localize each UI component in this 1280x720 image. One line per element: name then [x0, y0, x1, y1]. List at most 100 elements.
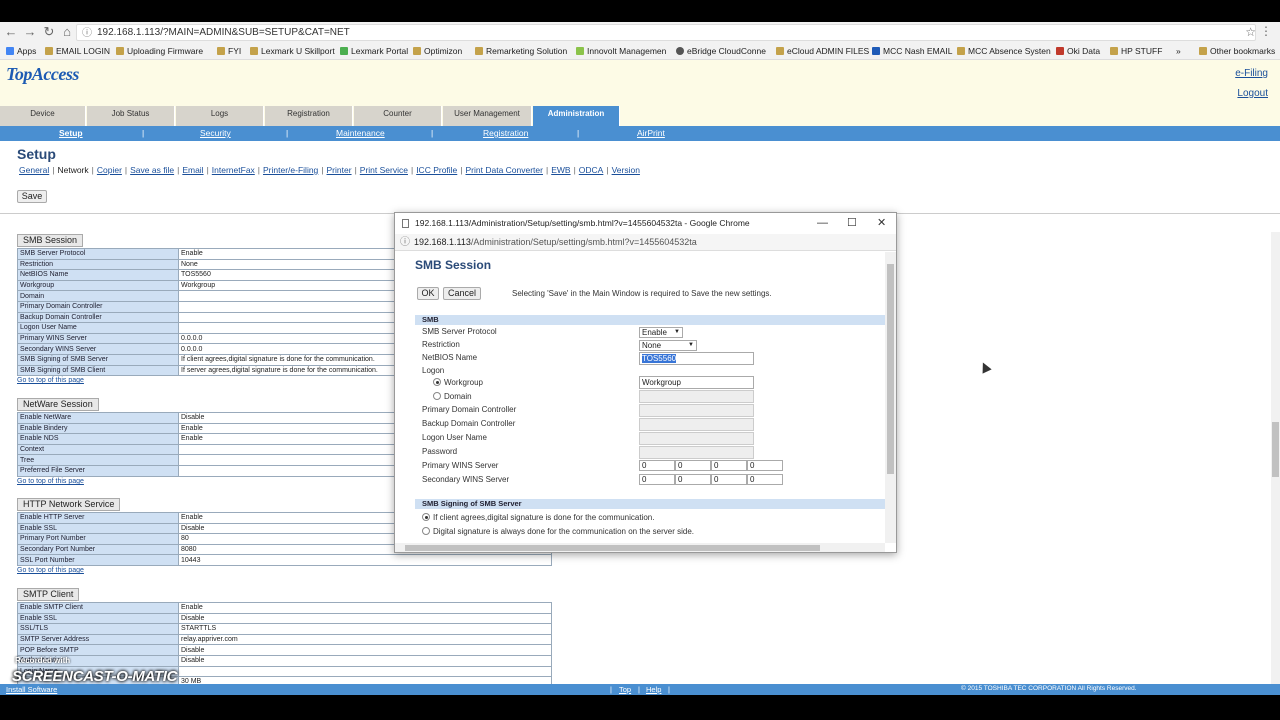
- link-internetfax[interactable]: InternetFax: [212, 165, 255, 175]
- domain-input[interactable]: [639, 390, 754, 403]
- popup-horizontal-scrollbar[interactable]: [395, 543, 885, 552]
- maximize-icon[interactable]: ☐: [847, 213, 857, 233]
- bookmark-item[interactable]: Oki Data: [1056, 46, 1100, 56]
- top-link[interactable]: Top: [619, 685, 631, 694]
- domain-radio[interactable]: [433, 392, 441, 400]
- backup-domain-controller-input[interactable]: [639, 418, 754, 431]
- link-email[interactable]: Email: [182, 165, 203, 175]
- signing-option-2-radio[interactable]: [422, 527, 430, 535]
- bookmark-apps[interactable]: Apps: [6, 46, 36, 56]
- goto-top-link[interactable]: Go to top of this page: [17, 567, 84, 574]
- input-value: Workgroup: [642, 378, 681, 387]
- primary-domain-controller-input[interactable]: [639, 404, 754, 417]
- primary-wins-octet-4[interactable]: 0: [747, 460, 783, 471]
- subtab-security[interactable]: Security: [200, 128, 231, 138]
- tab-job-status[interactable]: Job Status: [87, 106, 175, 126]
- minimize-icon[interactable]: —: [817, 213, 828, 233]
- efiling-link[interactable]: e-Filing: [1235, 68, 1268, 79]
- workgroup-input[interactable]: Workgroup: [639, 376, 754, 389]
- link-printer-efiling[interactable]: Printer/e-Filing: [263, 165, 318, 175]
- bookmark-item[interactable]: Lexmark Portal: [340, 46, 408, 56]
- bookmark-item[interactable]: EMAIL LOGIN: [45, 46, 110, 56]
- bookmark-item[interactable]: Optimizon: [413, 46, 462, 56]
- install-software-link[interactable]: Install Software: [6, 685, 57, 694]
- save-button[interactable]: Save: [17, 190, 47, 203]
- link-print-data-converter[interactable]: Print Data Converter: [466, 165, 543, 175]
- page-scrollbar[interactable]: [1271, 232, 1280, 684]
- url-input[interactable]: ⓘ 192.168.1.113/?MAIN=ADMIN&SUB=SETUP&CA…: [76, 24, 1256, 41]
- tab-user-management[interactable]: User Management: [443, 106, 532, 126]
- link-general[interactable]: General: [19, 165, 49, 175]
- password-input[interactable]: [639, 446, 754, 459]
- row-label: Primary Domain Controller: [17, 300, 179, 313]
- secondary-wins-octet-1[interactable]: 0: [639, 474, 675, 485]
- tab-counter[interactable]: Counter: [354, 106, 442, 126]
- back-icon[interactable]: ←: [4, 25, 18, 39]
- goto-top-link[interactable]: Go to top of this page: [17, 478, 84, 485]
- popup-vertical-scrollbar-thumb[interactable]: [887, 264, 894, 474]
- tab-logs[interactable]: Logs: [176, 106, 264, 126]
- smb-protocol-select[interactable]: Enable ▼: [639, 327, 683, 338]
- subtab-maintenance[interactable]: Maintenance: [336, 128, 385, 138]
- link-odca[interactable]: ODCA: [579, 165, 604, 175]
- bookmark-item[interactable]: Lexmark U Skillport: [250, 46, 335, 56]
- subtab-setup[interactable]: Setup: [59, 128, 83, 138]
- home-icon[interactable]: ⌂: [60, 25, 74, 39]
- menu-icon[interactable]: ⋮: [1260, 24, 1272, 38]
- more-bookmarks-icon[interactable]: »: [1176, 46, 1181, 56]
- page-scrollbar-thumb[interactable]: [1272, 422, 1279, 477]
- secondary-wins-octet-4[interactable]: 0: [747, 474, 783, 485]
- popup-vertical-scrollbar[interactable]: [885, 252, 896, 543]
- primary-wins-octet-2[interactable]: 0: [675, 460, 711, 471]
- netbios-name-input[interactable]: TOS5560: [639, 352, 754, 365]
- logon-user-name-input[interactable]: [639, 432, 754, 445]
- logout-link[interactable]: Logout: [1237, 88, 1268, 99]
- link-print-service[interactable]: Print Service: [360, 165, 408, 175]
- link-copier[interactable]: Copier: [97, 165, 122, 175]
- popup-horizontal-scrollbar-thumb[interactable]: [405, 545, 820, 551]
- bookmark-item[interactable]: MCC Nash EMAIL: [872, 46, 952, 56]
- secondary-wins-octet-2[interactable]: 0: [675, 474, 711, 485]
- link-save-as-file[interactable]: Save as file: [130, 165, 174, 175]
- bookmark-item[interactable]: Remarketing Solution: [475, 46, 567, 56]
- tab-registration[interactable]: Registration: [265, 106, 353, 126]
- bookmark-item[interactable]: eCloud ADMIN FILES: [776, 46, 869, 56]
- bookmark-item[interactable]: Innovolt Managemen: [576, 46, 666, 56]
- subtab-registration[interactable]: Registration: [483, 128, 528, 138]
- help-link[interactable]: Help: [646, 685, 661, 694]
- ok-button[interactable]: OK: [417, 287, 439, 300]
- link-printer[interactable]: Printer: [327, 165, 352, 175]
- bookmark-item[interactable]: Other bookmarks: [1199, 46, 1275, 56]
- subtab-airprint[interactable]: AirPrint: [637, 128, 665, 138]
- forward-icon[interactable]: →: [23, 25, 37, 39]
- bookmark-item[interactable]: FYI: [217, 46, 241, 56]
- dropdown-arrow-icon: ▼: [674, 329, 680, 335]
- goto-top-link[interactable]: Go to top of this page: [17, 377, 84, 384]
- link-ewb[interactable]: EWB: [551, 165, 570, 175]
- bookmark-star-icon[interactable]: ☆: [1245, 25, 1256, 39]
- tab-device[interactable]: Device: [0, 106, 86, 126]
- cancel-button[interactable]: Cancel: [443, 287, 481, 300]
- section-title-smtp: SMTP Client: [17, 588, 80, 601]
- label-password: Password: [422, 447, 458, 456]
- reload-icon[interactable]: ↻: [42, 25, 56, 39]
- restriction-select[interactable]: None ▼: [639, 340, 697, 351]
- primary-wins-octet-3[interactable]: 0: [711, 460, 747, 471]
- signing-option-1-radio[interactable]: [422, 513, 430, 521]
- primary-wins-octet-1[interactable]: 0: [639, 460, 675, 471]
- subtab-separator: |: [577, 128, 580, 138]
- table-row: SSL Port Number 10443: [17, 554, 552, 566]
- bookmark-item[interactable]: MCC Absence Systen: [957, 46, 1051, 56]
- bookmark-item[interactable]: eBridge CloudConne: [676, 46, 766, 56]
- close-icon[interactable]: ✕: [877, 213, 886, 233]
- bookmark-icon: [1110, 47, 1118, 55]
- bookmark-item[interactable]: Uploading Firmware: [116, 46, 203, 56]
- secondary-wins-octet-3[interactable]: 0: [711, 474, 747, 485]
- bookmark-item[interactable]: HP STUFF: [1110, 46, 1162, 56]
- bookmark-icon: [475, 47, 483, 55]
- workgroup-radio[interactable]: [433, 378, 441, 386]
- subtab-separator: |: [431, 128, 434, 138]
- link-icc-profile[interactable]: ICC Profile: [416, 165, 457, 175]
- tab-administration[interactable]: Administration: [533, 106, 620, 126]
- link-version[interactable]: Version: [612, 165, 640, 175]
